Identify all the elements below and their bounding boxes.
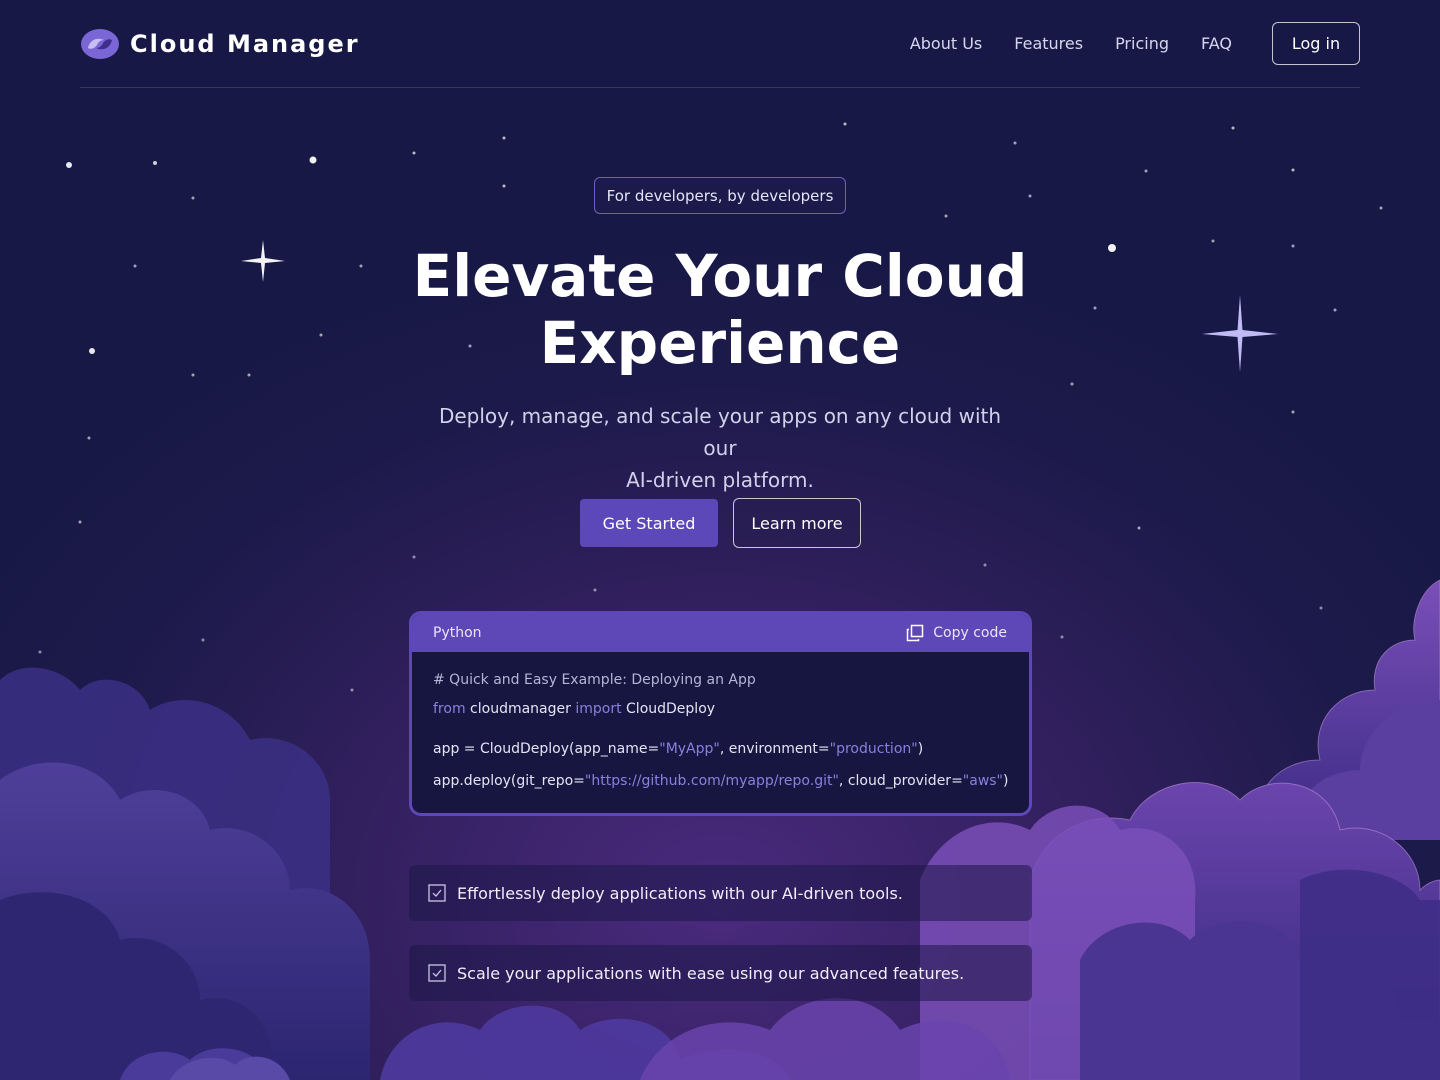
- code-text: ): [917, 741, 924, 757]
- hero-title-line-1: Elevate Your Cloud: [412, 242, 1028, 310]
- developer-badge: For developers, by developers: [594, 177, 846, 214]
- copy-code-button[interactable]: Copy code: [905, 623, 1007, 643]
- code-import-name: CloudDeploy: [621, 701, 716, 717]
- code-panel-header: Python Copy code: [412, 614, 1029, 652]
- feature-item-deploy: Effortlessly deploy applications with ou…: [409, 865, 1032, 921]
- code-body: # Quick and Easy Example: Deploying an A…: [412, 652, 1029, 791]
- code-language-label: Python: [433, 625, 482, 641]
- code-string: "aws": [962, 773, 1003, 789]
- code-line-comment: # Quick and Easy Example: Deploying an A…: [433, 672, 756, 688]
- hero-title: Elevate Your Cloud Experience: [370, 243, 1070, 377]
- code-line-deploy: app.deploy(git_repo="https://github.com/…: [433, 771, 1008, 791]
- nav-link-faq[interactable]: FAQ: [1201, 34, 1232, 53]
- code-text: , cloud_provider=: [838, 773, 963, 789]
- feature-text: Scale your applications with ease using …: [457, 963, 965, 983]
- code-text: app.deploy(git_repo=: [433, 773, 585, 789]
- code-text: app = CloudDeploy(app_name=: [433, 741, 660, 757]
- code-line-app: app = CloudDeploy(app_name="MyApp", envi…: [433, 739, 1008, 759]
- code-example-panel: Python Copy code # Quick and Easy Exampl…: [409, 611, 1032, 816]
- code-line-import: from cloudmanager import CloudDeploy: [433, 699, 1008, 719]
- code-text: , environment=: [719, 741, 830, 757]
- nav-link-pricing[interactable]: Pricing: [1115, 34, 1169, 53]
- brand-home-link[interactable]: Cloud Manager: [80, 28, 360, 60]
- code-string: "production": [829, 741, 918, 757]
- nav-link-about-us[interactable]: About Us: [910, 34, 982, 53]
- copy-code-label: Copy code: [933, 625, 1007, 641]
- feature-text: Effortlessly deploy applications with ou…: [457, 883, 903, 903]
- feature-item-scale: Scale your applications with ease using …: [409, 945, 1032, 1001]
- hero-subtitle-line-1: Deploy, manage, and scale your apps on a…: [438, 404, 1002, 460]
- code-module: cloudmanager: [465, 701, 576, 717]
- get-started-button[interactable]: Get Started: [580, 499, 718, 547]
- hero-title-line-2: Experience: [539, 309, 901, 377]
- code-keyword-import: import: [575, 701, 622, 717]
- copy-icon: [907, 624, 924, 642]
- top-navigation: Cloud Manager About Us Features Pricing …: [80, 0, 1360, 88]
- checkbox-checked-icon: [428, 884, 446, 902]
- nav-menu: About Us Features Pricing FAQ Log in: [878, 22, 1360, 65]
- brand-name: Cloud Manager: [130, 29, 360, 58]
- code-string: "MyApp": [659, 741, 720, 757]
- nav-link-features[interactable]: Features: [1014, 34, 1083, 53]
- checkbox-checked-icon: [428, 964, 446, 982]
- login-button[interactable]: Log in: [1272, 22, 1360, 65]
- code-keyword-from: from: [433, 701, 466, 717]
- hero-subtitle: Deploy, manage, and scale your apps on a…: [420, 400, 1020, 496]
- hero-subtitle-line-2: AI-driven platform.: [626, 468, 814, 492]
- learn-more-button[interactable]: Learn more: [733, 498, 861, 548]
- cloud-logo-icon: [81, 28, 119, 59]
- code-string: "https://github.com/myapp/repo.git": [584, 773, 839, 789]
- code-text: ): [1003, 773, 1009, 789]
